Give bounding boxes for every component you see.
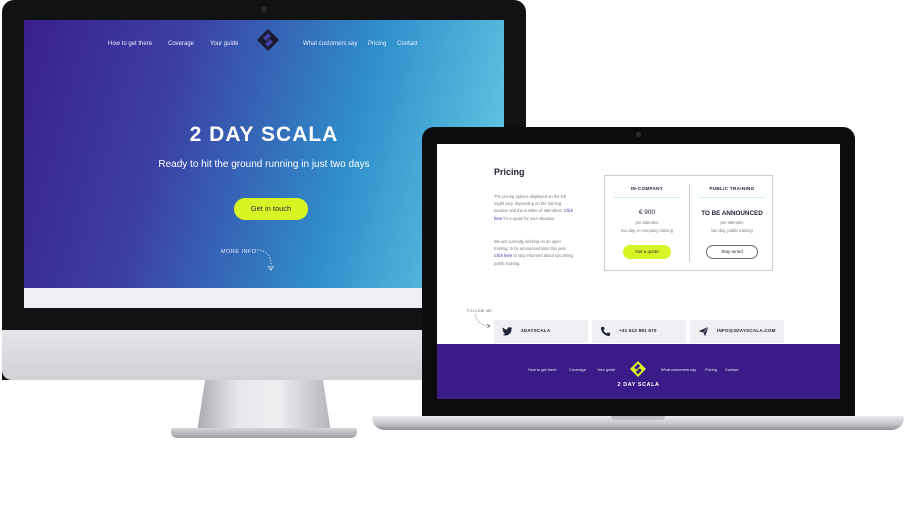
footer-logo-icon[interactable]: [630, 361, 646, 377]
imac-camera: [261, 6, 267, 12]
laptop-lid: Pricing The pricing options displayed on…: [422, 127, 855, 417]
pricing-table: IN-COMPANY € 900 per attendee two day, i…: [604, 175, 773, 271]
footer: How to get there Coverage Your guide Wha…: [437, 344, 840, 399]
in-company-column: IN-COMPANY € 900 per attendee two day, i…: [605, 176, 689, 270]
public-training-column: PUBLIC TRAINING TO BE ANNOUNCED per atte…: [690, 176, 774, 270]
public-training-rule: [699, 197, 765, 198]
pricing-heading: Pricing: [494, 167, 525, 177]
stay-informed-link[interactable]: Click here: [494, 253, 512, 258]
in-company-title: IN-COMPANY: [630, 186, 664, 191]
imac-nav-contact[interactable]: Contact: [397, 41, 418, 47]
more-info-link[interactable]: MORE INFO: [221, 249, 257, 255]
imac-stand-neck: [197, 380, 331, 432]
public-training-per: per attendee: [720, 220, 744, 225]
in-company-price: € 900: [638, 209, 656, 216]
pricing-paragraph-2-text: We are currently working on an open trai…: [494, 239, 567, 252]
in-company-rule: [614, 197, 680, 198]
phone-number: +31 612 881 670: [619, 328, 657, 333]
imac-nav-what-customers-say[interactable]: What customers say: [303, 41, 357, 47]
laptop-notch: [611, 416, 665, 420]
imac-stand-base: [171, 428, 357, 438]
phone-icon: [600, 326, 611, 337]
footer-nav-your-guide[interactable]: Your guide: [597, 367, 615, 372]
footer-nav-pricing[interactable]: Pricing: [705, 367, 717, 372]
footer-nav-how-to-get-there[interactable]: How to get there: [528, 367, 557, 372]
curved-arrow-icon: [256, 249, 274, 271]
get-a-quote-button[interactable]: Get a quote: [623, 245, 671, 259]
footer-nav-contact[interactable]: Contact: [725, 367, 738, 372]
pricing-paragraph-1: The pricing options displayed on the lef…: [494, 193, 574, 222]
imac-nav-your-guide[interactable]: Your guide: [210, 41, 238, 47]
send-icon: [698, 326, 709, 337]
imac-nav-pricing[interactable]: Pricing: [368, 41, 386, 47]
stay-tuned-button[interactable]: Stay tuned: [706, 245, 758, 259]
laptop-screen: Pricing The pricing options displayed on…: [437, 144, 840, 399]
public-training-announce: TO BE ANNOUNCED: [701, 210, 763, 217]
social-twitter[interactable]: 2DAYSCALA: [494, 320, 588, 343]
social-phone[interactable]: +31 612 881 670: [592, 320, 686, 343]
footer-nav-coverage[interactable]: Coverage: [569, 367, 586, 372]
laptop-base: [372, 416, 904, 430]
in-company-per: per attendee: [635, 220, 659, 225]
pricing-paragraph-1-tail: for a quote for your situation.: [503, 215, 556, 221]
brand-logo-icon[interactable]: [257, 29, 279, 51]
pricing-paragraph-2: We are currently working on an open trai…: [494, 238, 574, 267]
twitter-icon: [502, 327, 513, 336]
get-in-touch-button[interactable]: Get in touch: [234, 198, 308, 220]
social-email[interactable]: INFO@2DAYSCALA.COM: [690, 320, 784, 343]
imac-nav-coverage[interactable]: Coverage: [168, 41, 194, 47]
pricing-paragraph-1-text: The pricing options displayed on the lef…: [494, 194, 567, 214]
twitter-handle: 2DAYSCALA: [521, 328, 551, 333]
follow-arrow-icon: [474, 313, 491, 329]
footer-brand: 2 DAY SCALA: [617, 382, 660, 388]
public-training-title: PUBLIC TRAINING: [709, 186, 755, 191]
in-company-desc: two day, in-company training: [621, 228, 673, 233]
laptop-camera: [636, 132, 641, 137]
footer-nav-what-customers-say[interactable]: What customers say: [661, 367, 696, 372]
public-training-desc: two day, public training: [711, 228, 753, 233]
imac-nav-how-to-get-there[interactable]: How to get there: [108, 41, 152, 47]
email-address: INFO@2DAYSCALA.COM: [717, 328, 776, 333]
